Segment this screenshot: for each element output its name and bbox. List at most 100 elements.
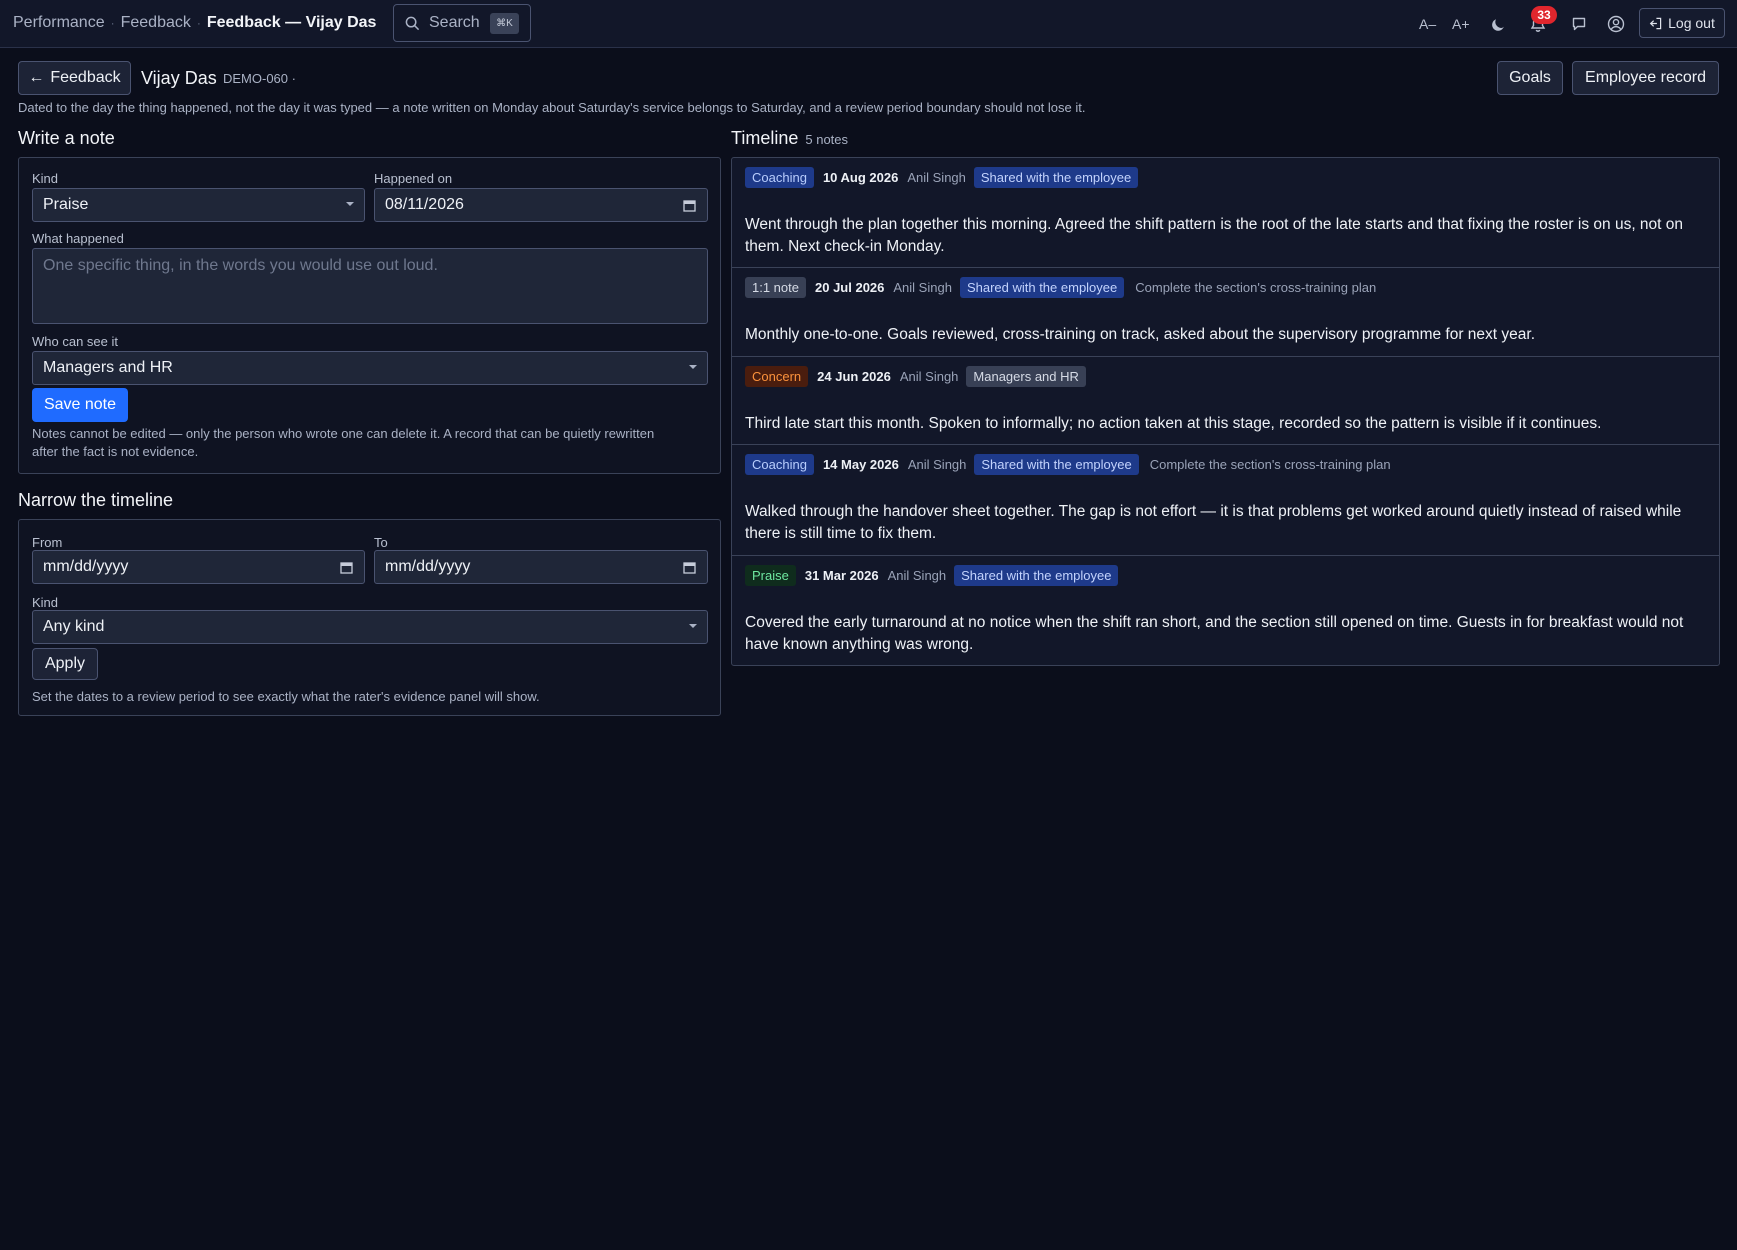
font-decrease-button[interactable]: A–	[1419, 12, 1436, 36]
logout-label: Log out	[1668, 15, 1715, 31]
breadcrumb-separator: ·	[196, 16, 201, 30]
note-meta: Coaching 10 Aug 2026 Anil Singh Shared w…	[745, 167, 1147, 188]
notification-count-badge: 33	[1531, 6, 1557, 24]
kind-label: Kind	[32, 171, 59, 186]
calendar-icon[interactable]	[683, 199, 696, 212]
note-date: 31 Mar 2026	[804, 568, 879, 583]
breadcrumb-current: Feedback — Vijay Das	[206, 14, 377, 31]
note-visibility-badge: Managers and HR	[966, 366, 1086, 387]
moon-icon	[1492, 19, 1504, 31]
messages-button[interactable]	[1571, 12, 1587, 36]
chevron-down-icon	[346, 202, 354, 206]
arrow-left-icon: ←	[28, 69, 45, 86]
breadcrumb-separator: ·	[110, 16, 115, 30]
note-author: Anil Singh	[907, 170, 966, 185]
breadcrumb-performance[interactable]: Performance	[13, 14, 105, 32]
note-author: Anil Singh	[899, 369, 959, 384]
note-author: Anil Singh	[907, 457, 967, 472]
filter-kind-label: Kind	[32, 595, 59, 610]
goals-button[interactable]: Goals	[1497, 61, 1563, 95]
breadcrumb: Performance · Feedback · Feedback — Vija…	[13, 14, 376, 32]
what-happened-label: What happened	[32, 231, 124, 246]
timeline-note: Coaching 14 May 2026 Anil Singh Shared w…	[732, 445, 1719, 556]
search-label: Search	[429, 14, 480, 31]
timeline-note: Praise 31 Mar 2026 Anil Singh Shared wit…	[732, 556, 1719, 666]
to-date-value: mm/dd/yyyy	[385, 558, 471, 575]
top-bar: Performance · Feedback · Feedback — Vija…	[0, 0, 1737, 48]
timeline-note: Coaching 10 Aug 2026 Anil Singh Shared w…	[732, 158, 1719, 268]
note-date: 10 Aug 2026	[822, 170, 899, 185]
employee-record-button[interactable]: Employee record	[1572, 61, 1719, 95]
from-label: From	[32, 535, 63, 550]
chevron-down-icon	[689, 365, 697, 369]
note-meta: 1:1 note 20 Jul 2026 Anil Singh Shared w…	[745, 277, 1376, 298]
happened-on-label: Happened on	[374, 171, 453, 186]
kind-select[interactable]: Praise	[32, 188, 365, 222]
note-meta: Concern 24 Jun 2026 Anil Singh Managers …	[745, 366, 1095, 387]
employee-id: DEMO-060 ·	[223, 71, 296, 86]
note-linked-goal[interactable]: Complete the section's cross-training pl…	[1135, 280, 1376, 295]
narrow-timeline-heading: Narrow the timeline	[18, 490, 174, 510]
back-to-feedback-button[interactable]: ← Feedback	[18, 61, 131, 95]
to-date-input[interactable]: mm/dd/yyyy	[374, 550, 708, 584]
visibility-select[interactable]: Managers and HR	[32, 351, 708, 385]
logout-button[interactable]: Log out	[1639, 8, 1725, 38]
note-kind-badge: 1:1 note	[745, 277, 806, 298]
note-kind-badge: Concern	[745, 366, 809, 387]
dark-mode-button[interactable]	[1491, 12, 1507, 36]
note-kind-badge: Coaching	[745, 167, 814, 188]
from-date-value: mm/dd/yyyy	[43, 558, 129, 575]
timeline-count: 5 notes	[805, 132, 849, 147]
note-body: Monthly one-to-one. Goals reviewed, cros…	[745, 326, 1536, 343]
calendar-icon[interactable]	[683, 561, 696, 574]
note-body: Walked through the handover sheet togeth…	[745, 503, 1682, 542]
timeline-list: Coaching 10 Aug 2026 Anil Singh Shared w…	[731, 157, 1720, 666]
happened-on-date-input[interactable]: 08/11/2026	[374, 188, 708, 222]
chevron-down-icon	[689, 624, 697, 628]
apply-filter-button[interactable]: Apply	[32, 648, 98, 680]
note-author: Anil Singh	[893, 280, 952, 295]
back-label: Feedback	[50, 69, 121, 86]
note-linked-goal[interactable]: Complete the section's cross-training pl…	[1150, 457, 1391, 472]
font-increase-button[interactable]: A+	[1452, 12, 1470, 36]
calendar-icon[interactable]	[340, 561, 353, 574]
from-date-input[interactable]: mm/dd/yyyy	[32, 550, 365, 584]
note-meta: Coaching 14 May 2026 Anil Singh Shared w…	[745, 454, 1391, 475]
note-visibility-badge: Shared with the employee	[973, 167, 1139, 188]
note-date: 20 Jul 2026	[815, 280, 885, 295]
timeline-title: Timeline	[731, 128, 799, 148]
search-button[interactable]: Search ⌘K	[393, 4, 531, 42]
happened-on-value: 08/11/2026	[385, 196, 464, 213]
note-date: 24 Jun 2026	[817, 369, 891, 384]
chat-icon	[1572, 17, 1586, 31]
save-note-button[interactable]: Save note	[32, 388, 128, 422]
user-circle-icon	[1607, 15, 1625, 33]
what-happened-textarea[interactable]	[32, 248, 708, 324]
search-icon	[405, 16, 420, 30]
timeline-note: 1:1 note 20 Jul 2026 Anil Singh Shared w…	[732, 268, 1719, 357]
write-note-panel: Kind Praise Happened on 08/11/2026 What …	[18, 157, 721, 474]
page-subtitle: Dated to the day the thing happened, not…	[18, 100, 1086, 115]
kind-select-value: Praise	[43, 196, 89, 213]
filter-kind-value: Any kind	[43, 618, 105, 635]
employee-name: Vijay Das	[141, 68, 217, 88]
note-visibility-badge: Shared with the employee	[974, 454, 1139, 475]
logout-icon	[1649, 17, 1662, 29]
note-meta: Praise 31 Mar 2026 Anil Singh Shared wit…	[745, 565, 1127, 586]
breadcrumb-feedback[interactable]: Feedback	[121, 14, 191, 32]
note-body: Went through the plan together this morn…	[745, 216, 1684, 255]
note-kind-badge: Praise	[745, 565, 796, 586]
search-shortcut: ⌘K	[490, 13, 519, 34]
filter-kind-select[interactable]: Any kind	[32, 610, 708, 644]
note-body: Third late start this month. Spoken to i…	[745, 415, 1602, 432]
profile-button[interactable]	[1607, 12, 1625, 36]
visibility-select-value: Managers and HR	[43, 359, 173, 376]
narrow-timeline-panel: From mm/dd/yyyy To mm/dd/yyyy Kind Any k…	[18, 519, 721, 716]
who-can-see-label: Who can see it	[32, 334, 118, 349]
timeline-heading: Timeline 5 notes	[731, 128, 848, 149]
save-note-hint: Notes cannot be edited — only the person…	[32, 426, 655, 459]
note-visibility-badge: Shared with the employee	[954, 565, 1119, 586]
note-visibility-badge: Shared with the employee	[959, 277, 1125, 298]
note-date: 14 May 2026	[822, 457, 899, 472]
narrow-hint: Set the dates to a review period to see …	[32, 689, 540, 704]
